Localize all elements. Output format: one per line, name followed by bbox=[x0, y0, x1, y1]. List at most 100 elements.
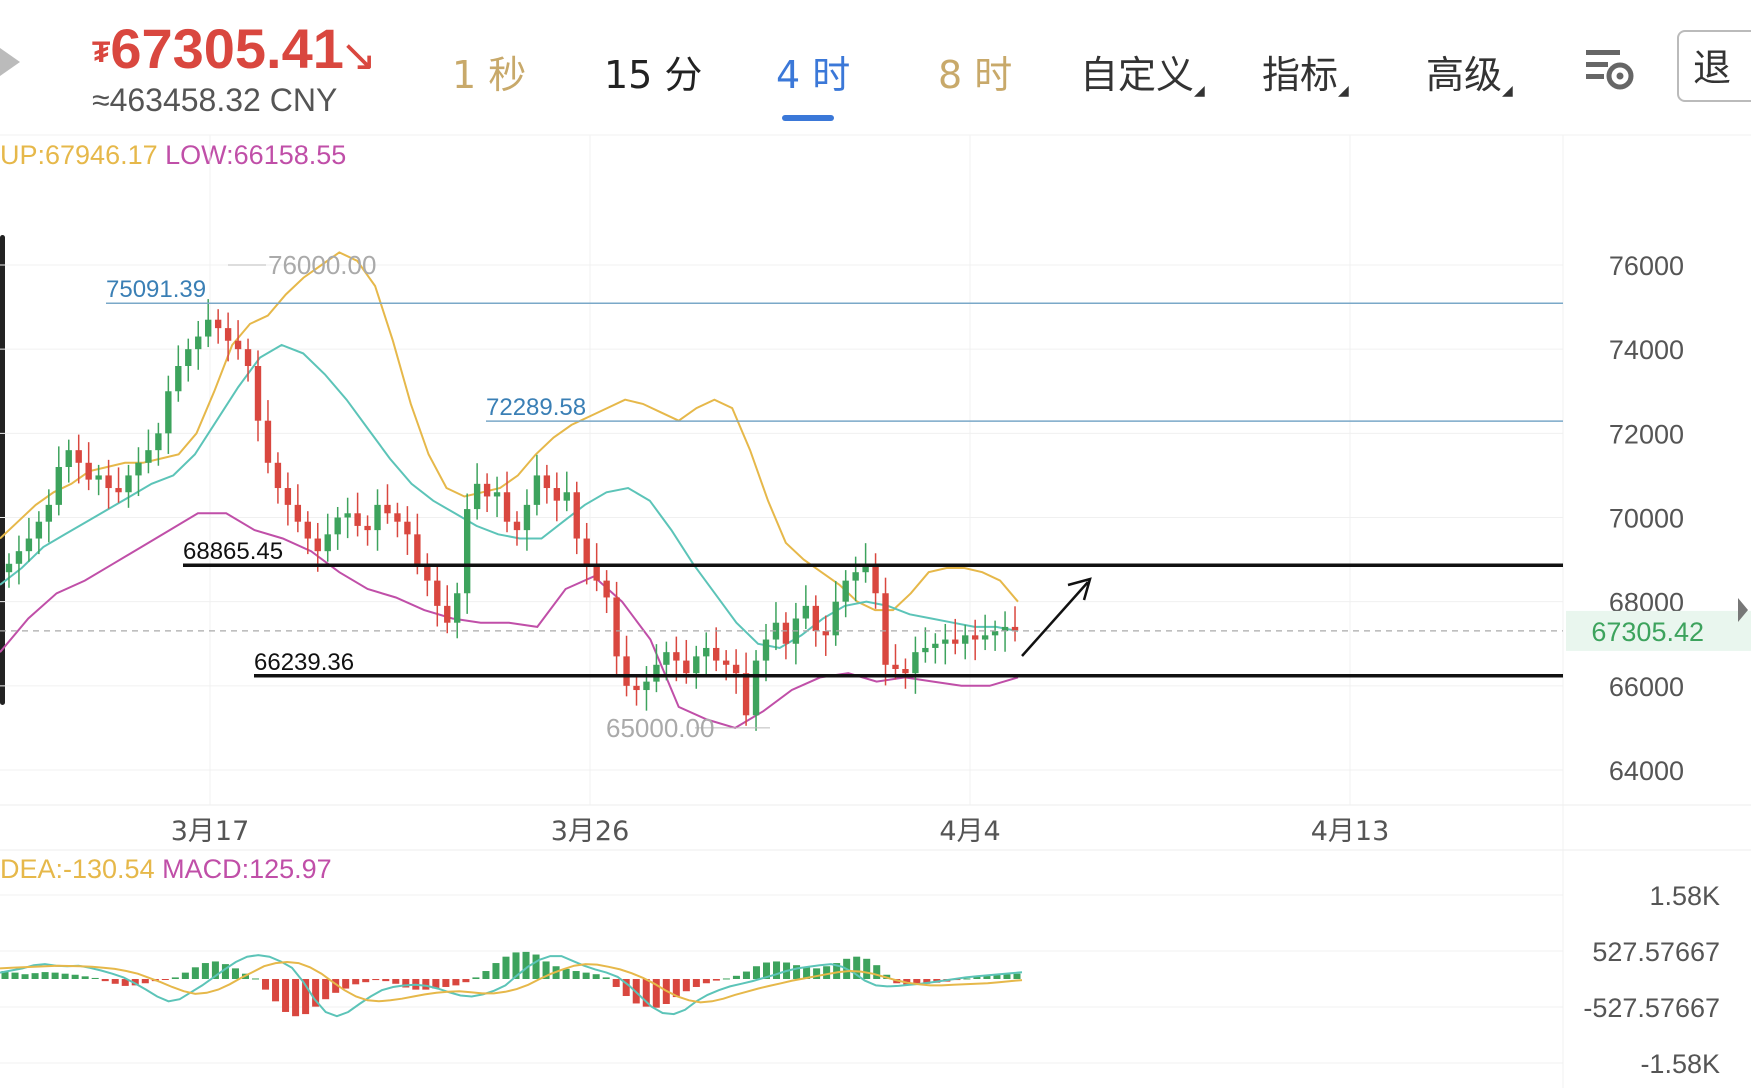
candle bbox=[732, 649, 740, 694]
candle-body bbox=[653, 664, 660, 682]
candle-body bbox=[374, 504, 381, 531]
candle-body bbox=[882, 593, 889, 665]
candle-body bbox=[155, 433, 162, 451]
macd-hist-bar bbox=[352, 979, 360, 985]
candle bbox=[424, 553, 431, 597]
candle-body bbox=[523, 504, 531, 531]
y-tick-label: 74000 bbox=[1609, 335, 1684, 365]
candle-body bbox=[543, 475, 551, 489]
candle-body bbox=[115, 488, 122, 493]
candle-body bbox=[822, 631, 829, 636]
macd-hist-bar bbox=[342, 979, 350, 989]
candle-body bbox=[35, 521, 43, 539]
candle bbox=[473, 463, 481, 520]
low-label: 65000.00 bbox=[606, 713, 714, 743]
kline-chart[interactable]: 75091.39 72289.58 68865.45 66239.36 76000.00… bbox=[0, 0, 1751, 1088]
macd-hist-bar bbox=[532, 954, 540, 979]
candle bbox=[185, 338, 192, 382]
candle-body bbox=[344, 513, 351, 518]
y-tick-label: 70000 bbox=[1609, 504, 1684, 534]
candle-body bbox=[872, 563, 879, 594]
candle-body bbox=[105, 475, 112, 489]
macd-hist-bar bbox=[692, 979, 700, 987]
candle-body bbox=[15, 551, 23, 564]
candle-body bbox=[284, 488, 292, 505]
candle bbox=[65, 439, 72, 483]
candle-body bbox=[971, 635, 979, 640]
candle-body bbox=[195, 336, 202, 350]
candle bbox=[165, 375, 172, 454]
candle-body bbox=[912, 652, 919, 674]
macd-hist-bar bbox=[712, 979, 720, 981]
candle-body bbox=[145, 450, 152, 463]
candle bbox=[55, 446, 62, 516]
annotations: 75091.39 72289.58 68865.45 66239.36 76000.00… bbox=[0, 250, 1563, 743]
macd-hist-bar bbox=[292, 979, 300, 1017]
candle bbox=[593, 543, 600, 592]
macd-hist-bar bbox=[81, 976, 89, 979]
macd-hist-bar bbox=[392, 979, 400, 984]
macd-hist-bar bbox=[372, 979, 380, 981]
candle-body bbox=[513, 521, 521, 531]
candle-body bbox=[65, 450, 72, 467]
macd-panel: 1.58K 527.57667 -527.57667 -1.58K bbox=[0, 881, 1720, 1079]
macd-hist-bar bbox=[272, 979, 280, 1002]
macd-hist-bar bbox=[101, 979, 109, 982]
candle bbox=[623, 635, 630, 697]
candle bbox=[523, 489, 531, 551]
macd-hist-bar bbox=[562, 968, 570, 979]
candle-body bbox=[314, 538, 321, 552]
candle bbox=[404, 506, 411, 555]
candle-body bbox=[444, 605, 451, 623]
macd-hist-bar bbox=[722, 978, 730, 980]
macd-hist-bar bbox=[41, 972, 49, 979]
candle-body bbox=[962, 635, 969, 644]
candle-body bbox=[214, 319, 222, 329]
macd-hist-bar bbox=[442, 979, 450, 987]
candle-body bbox=[473, 483, 481, 510]
candle bbox=[882, 577, 889, 686]
candle bbox=[135, 447, 142, 497]
macd-hist-bar bbox=[773, 961, 781, 979]
candle-body bbox=[633, 685, 640, 691]
candle bbox=[294, 484, 302, 533]
macd-hist-bar bbox=[191, 967, 199, 979]
macd-hist-bar bbox=[572, 971, 580, 979]
candle-body bbox=[364, 525, 371, 531]
candle-body bbox=[922, 647, 929, 653]
macd-hist-bar bbox=[873, 965, 881, 979]
hline2-label: 72289.58 bbox=[486, 394, 586, 421]
candle-body bbox=[533, 475, 541, 505]
macd-hist-bar bbox=[71, 974, 79, 979]
candle-body bbox=[892, 664, 899, 669]
candle-body bbox=[274, 462, 282, 489]
candle-body bbox=[782, 622, 790, 644]
macd-hist-bar bbox=[51, 972, 59, 979]
macd-hist-bar bbox=[702, 979, 710, 984]
candle-body bbox=[264, 420, 272, 463]
macd-hist-bar bbox=[231, 968, 239, 979]
macd-y-tick-label: -1.58K bbox=[1640, 1049, 1720, 1079]
macd-hist-bar bbox=[111, 979, 119, 984]
candles bbox=[5, 299, 1019, 731]
candle bbox=[175, 345, 182, 402]
macd-hist-bar bbox=[1013, 973, 1021, 979]
candle bbox=[533, 454, 541, 516]
candle bbox=[5, 553, 13, 588]
candle-body bbox=[175, 366, 182, 392]
candle bbox=[513, 511, 521, 546]
candle-body bbox=[623, 656, 630, 686]
macd-hist-bar bbox=[452, 979, 460, 986]
macd-hist-bar bbox=[282, 979, 290, 1012]
candle bbox=[802, 585, 810, 630]
candle-body bbox=[85, 462, 92, 480]
macd-hist-bar bbox=[171, 977, 179, 979]
x-tick-label: 3月26 bbox=[551, 816, 630, 847]
candle-body bbox=[683, 660, 690, 674]
trend-arrow-line bbox=[1021, 581, 1089, 657]
candle bbox=[981, 614, 989, 651]
candle-body bbox=[354, 513, 361, 526]
candle bbox=[842, 570, 849, 618]
candle-body bbox=[95, 475, 102, 480]
macd-hist-bar bbox=[732, 975, 740, 979]
